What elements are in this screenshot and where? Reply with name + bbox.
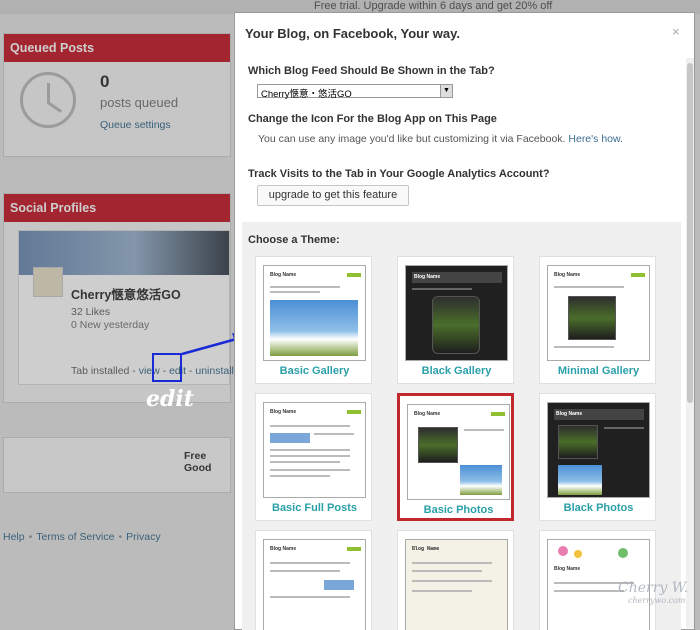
- theme-basic-full-posts[interactable]: Blog Name Basic Full Posts: [255, 393, 372, 521]
- theme-black-gallery[interactable]: Blog Name Black Gallery: [397, 256, 514, 384]
- theme-option-8[interactable]: Blog Name: [397, 530, 514, 630]
- scrollbar-thumb[interactable]: [687, 63, 693, 403]
- theme-label: Basic Photos: [423, 504, 494, 516]
- theme-basic-gallery[interactable]: Blog Name Basic Gallery: [255, 256, 372, 384]
- chevron-down-icon[interactable]: ▼: [440, 85, 452, 97]
- theme-thumbnail: Blog Name: [547, 265, 650, 361]
- theme-thumbnail: Blog Name: [547, 402, 650, 498]
- theme-minimal-gallery[interactable]: Blog Name Minimal Gallery: [539, 256, 656, 384]
- theme-label: Black Gallery: [421, 365, 492, 377]
- edit-annotation-label: edit: [146, 386, 194, 412]
- dialog-title: Your Blog, on Facebook, Your way.: [245, 26, 461, 41]
- theme-thumbnail: Blog Name: [405, 539, 508, 630]
- icon-help-text: You can use any image you'd like but cus…: [258, 133, 623, 145]
- theme-thumbnail: Blog Name: [405, 265, 508, 361]
- theme-thumbnail: Blog Name: [263, 265, 366, 361]
- analytics-label: Track Visits to the Tab in Your Google A…: [248, 168, 550, 180]
- theme-label: Black Photos: [563, 502, 634, 514]
- theme-chooser: Choose a Theme: Blog Name Basic Gallery …: [242, 222, 681, 630]
- watermark-logo: Cherry W. cherrywo.com: [618, 580, 689, 605]
- theme-thumbnail: Blog Name: [263, 402, 366, 498]
- theme-thumbnail: Blog Name: [263, 539, 366, 630]
- heres-how-link[interactable]: Here's how: [568, 133, 620, 145]
- icon-label: Change the Icon For the Blog App on This…: [248, 113, 497, 125]
- choose-theme-label: Choose a Theme:: [248, 234, 340, 246]
- blog-app-dialog: Your Blog, on Facebook, Your way. × Whic…: [234, 12, 695, 630]
- blog-feed-select[interactable]: Cherry惬意・悠活GO ▼: [257, 84, 453, 100]
- theme-option-7[interactable]: Blog Name: [255, 530, 372, 630]
- feed-label: Which Blog Feed Should Be Shown in the T…: [248, 65, 495, 77]
- close-icon[interactable]: ×: [672, 24, 680, 39]
- theme-label: Minimal Gallery: [557, 365, 640, 377]
- theme-basic-photos[interactable]: Blog Name Basic Photos: [397, 393, 514, 521]
- upgrade-button[interactable]: upgrade to get this feature: [257, 185, 409, 206]
- blog-feed-selected: Cherry惬意・悠活GO: [261, 89, 352, 100]
- dialog-scrollbar[interactable]: [686, 58, 694, 628]
- theme-black-photos[interactable]: Blog Name Black Photos: [539, 393, 656, 521]
- edit-highlight-box: [152, 353, 182, 382]
- theme-label: Basic Gallery: [279, 365, 350, 377]
- theme-label: Basic Full Posts: [272, 502, 357, 514]
- theme-thumbnail: Blog Name: [407, 404, 510, 500]
